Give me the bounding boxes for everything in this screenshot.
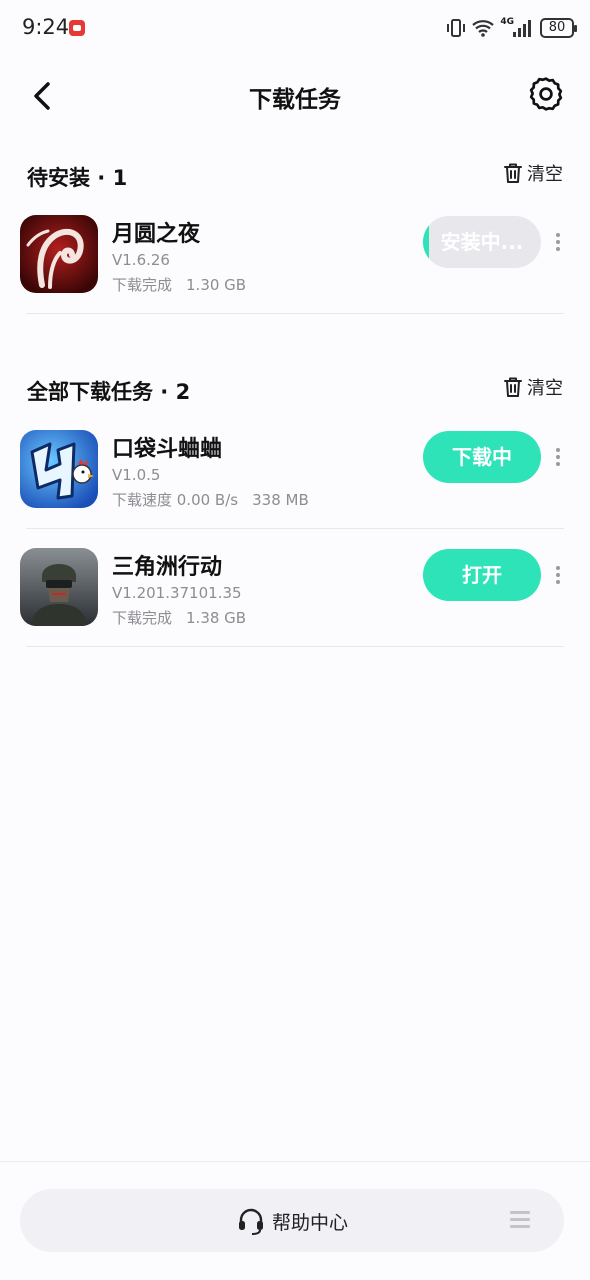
pending-section-header: 待安装 · 1 清空 [0, 154, 590, 198]
menu-icon[interactable] [510, 1211, 530, 1229]
app-icon-yueyuan [20, 215, 98, 293]
file-size: 338 MB [252, 491, 309, 509]
open-label: 打开 [462, 563, 502, 587]
network-type: 4G [500, 17, 514, 27]
help-bar: 帮助中心 [20, 1189, 564, 1252]
more-options-button[interactable] [552, 446, 564, 466]
header: 下载任务 [0, 60, 590, 132]
app-icon-koudai [20, 430, 98, 508]
vibrate-icon [447, 19, 466, 37]
app-status: 下载完成 1.30 GB [112, 274, 246, 295]
gear-icon [529, 77, 563, 111]
app-name: 三角洲行动 [112, 555, 223, 580]
screen-record-icon [69, 20, 85, 36]
battery-icon: 80 [540, 18, 577, 38]
install-progress-bar [423, 216, 429, 268]
app-icon-sanjiaozhou [20, 548, 98, 626]
list-item-sanjiaozhou[interactable]: 三角洲行动 V1.201.37101.35 下载完成 1.38 GB 打开 [0, 548, 590, 666]
trash-icon [504, 377, 522, 397]
file-size: 1.38 GB [186, 609, 247, 627]
clear-pending-button[interactable]: 清空 [503, 160, 563, 186]
status-icons: 4G 80 [446, 16, 577, 40]
clear-pending-label: 清空 [527, 164, 563, 185]
wifi-icon [472, 20, 495, 37]
app-status: 下载完成 1.38 GB [112, 607, 246, 628]
installing-label: 安装中... [440, 230, 524, 254]
status-bar: 9:24 4G 80 [0, 0, 590, 56]
app-name: 口袋斗蛐蛐 [112, 437, 223, 462]
all-section-header: 全部下载任务 · 2 清空 [0, 368, 590, 412]
headset-icon [238, 1208, 263, 1235]
download-status: 下载完成 [112, 609, 173, 627]
divider [26, 528, 564, 529]
download-status: 下载完成 [112, 276, 173, 294]
app-version: V1.0.5 [112, 466, 161, 484]
page-title: 下载任务 [249, 87, 341, 113]
pending-section-title: 待安装 · 1 [27, 166, 128, 190]
divider [26, 646, 564, 647]
installing-button[interactable]: 安装中... [423, 216, 541, 268]
help-center-label: 帮助中心 [271, 1211, 348, 1234]
signal-icon [513, 20, 531, 37]
list-item-koudai[interactable]: 口袋斗蛐蛐 V1.0.5 下载速度 0.00 B/s 338 MB 下载中 [0, 430, 590, 548]
trash-icon [504, 163, 522, 183]
downloading-button[interactable]: 下载中 [423, 431, 541, 483]
clear-all-button[interactable]: 清空 [503, 374, 563, 400]
bottom-divider [0, 1161, 590, 1162]
app-version: V1.6.26 [112, 251, 170, 269]
more-options-button[interactable] [552, 231, 564, 251]
settings-button[interactable] [528, 76, 564, 112]
list-item-yueyuan[interactable]: 月圆之夜 V1.6.26 下载完成 1.30 GB 安装中... [0, 215, 590, 333]
app-version: V1.201.37101.35 [112, 584, 242, 602]
open-button[interactable]: 打开 [423, 549, 541, 601]
app-status: 下载速度 0.00 B/s 338 MB [112, 489, 309, 510]
downloading-label: 下载中 [452, 445, 512, 469]
clear-all-label: 清空 [527, 378, 563, 399]
help-center-button[interactable]: 帮助中心 [20, 1206, 564, 1236]
more-options-button[interactable] [552, 564, 564, 584]
all-section-title: 全部下载任务 · 2 [27, 380, 191, 404]
divider [26, 313, 564, 314]
file-size: 1.30 GB [186, 276, 247, 294]
status-time: 9:24 [22, 15, 70, 39]
app-name: 月圆之夜 [112, 222, 201, 247]
download-speed: 下载速度 0.00 B/s [112, 491, 239, 509]
